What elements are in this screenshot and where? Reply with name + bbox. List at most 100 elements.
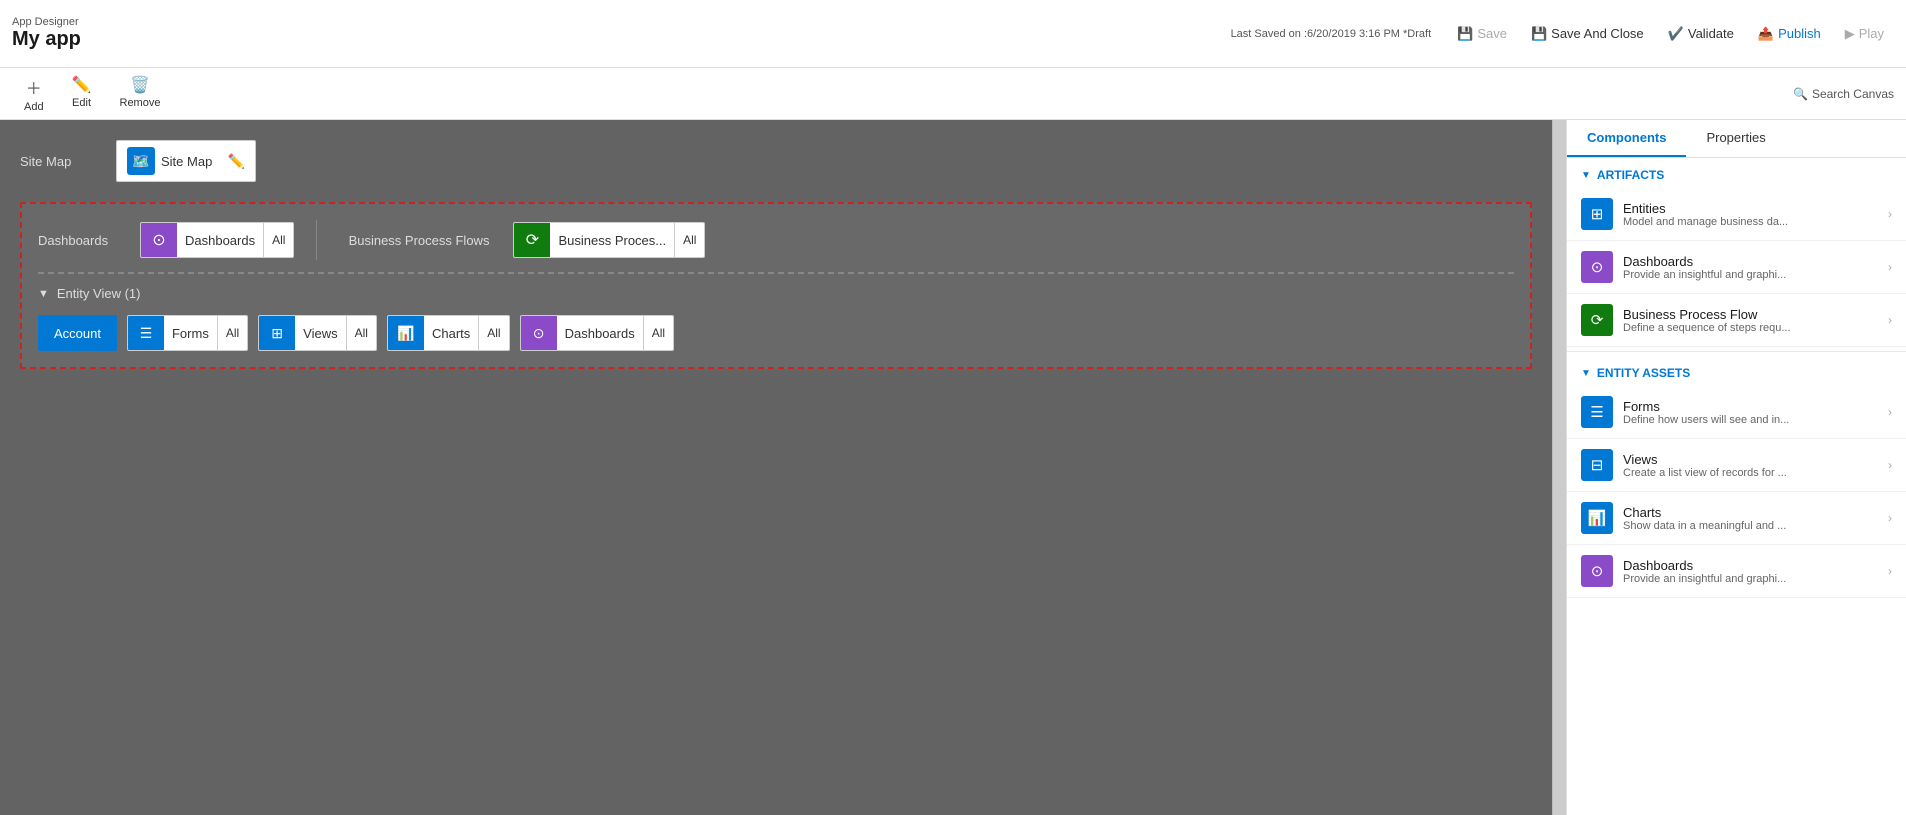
main-area: Site Map 🗺️ Site Map ✏️ Dashboards ⊙ Das… [0, 120, 1906, 815]
panel-item-entity-dashboards[interactable]: ⊙ Dashboards Provide an insightful and g… [1567, 545, 1906, 598]
dashboards-panel-icon: ⊙ [1581, 251, 1613, 283]
entities-panel-text: Entities Model and manage business da... [1623, 201, 1878, 228]
entity-dashboards-panel-desc: Provide an insightful and graphi... [1623, 573, 1878, 585]
panel-item-entities[interactable]: ⊞ Entities Model and manage business da.… [1567, 188, 1906, 241]
entity-dashboards-icon: ⊙ [521, 315, 557, 351]
entity-dashboards-panel-text: Dashboards Provide an insightful and gra… [1623, 558, 1878, 585]
views-comp-label: Views [295, 326, 345, 341]
panel-item-forms[interactable]: ☰ Forms Define how users will see and in… [1567, 386, 1906, 439]
account-button[interactable]: Account [38, 315, 117, 351]
app-designer-label: App Designer [12, 16, 81, 28]
forms-all-button[interactable]: All [217, 316, 247, 350]
remove-button[interactable]: 🗑️ Remove [108, 71, 173, 117]
entity-dashboards-comp-label: Dashboards [557, 326, 643, 341]
panel-tabs: Components Properties [1567, 120, 1906, 158]
toolbar: ＋ Add ✏️ Edit 🗑️ Remove 🔍 Search Canvas [0, 68, 1906, 120]
forms-panel-desc: Define how users will see and in... [1623, 414, 1878, 426]
app-info: App Designer My app [12, 16, 81, 51]
views-panel-title: Views [1623, 452, 1878, 467]
charts-comp-label: Charts [424, 326, 478, 341]
forms-panel-title: Forms [1623, 399, 1878, 414]
charts-panel-text: Charts Show data in a meaningful and ... [1623, 505, 1878, 532]
charts-panel-icon: 📊 [1581, 502, 1613, 534]
publish-button[interactable]: 📤 Publish [1748, 21, 1831, 47]
save-and-close-button[interactable]: 💾 Save And Close [1521, 21, 1654, 47]
bpf-comp-box: ⟳ Business Proces... All [513, 222, 705, 258]
canvas: Site Map 🗺️ Site Map ✏️ Dashboards ⊙ Das… [0, 120, 1552, 815]
panel-item-bpf[interactable]: ⟳ Business Process Flow Define a sequenc… [1567, 294, 1906, 347]
save-close-icon: 💾 [1531, 26, 1547, 42]
validate-button[interactable]: ✔️ Validate [1658, 21, 1744, 47]
panel-item-views[interactable]: ⊟ Views Create a list view of records fo… [1567, 439, 1906, 492]
forms-panel-text: Forms Define how users will see and in..… [1623, 399, 1878, 426]
artifacts-section-header: ▼ ARTIFACTS [1567, 158, 1906, 188]
entities-title: Entities [1623, 201, 1878, 216]
dashed-section: Dashboards ⊙ Dashboards All Business Pro… [20, 202, 1532, 369]
bpf-panel-icon: ⟳ [1581, 304, 1613, 336]
bpf-panel-chevron: › [1888, 313, 1892, 327]
artifacts-chevron[interactable]: ▼ [1581, 170, 1591, 181]
validate-icon: ✔️ [1668, 26, 1684, 42]
add-button[interactable]: ＋ Add [12, 71, 56, 117]
dashboards-artifacts-desc: Provide an insightful and graphi... [1623, 269, 1878, 281]
canvas-scrollbar[interactable] [1552, 120, 1566, 815]
views-panel-desc: Create a list view of records for ... [1623, 467, 1878, 479]
site-map-edit-icon[interactable]: ✏️ [228, 153, 245, 170]
forms-panel-chevron: › [1888, 405, 1892, 419]
dashboards-comp-label: Dashboards [177, 233, 263, 248]
site-map-box[interactable]: 🗺️ Site Map ✏️ [116, 140, 256, 182]
site-map-text: Site Map [161, 154, 222, 169]
views-comp-box: ⊞ Views All [258, 315, 377, 351]
artifacts-title: ARTIFACTS [1597, 168, 1664, 182]
charts-all-button[interactable]: All [478, 316, 508, 350]
forms-panel-icon: ☰ [1581, 396, 1613, 428]
tab-components[interactable]: Components [1567, 120, 1686, 157]
forms-comp-label: Forms [164, 326, 217, 341]
panel-content: ▼ ARTIFACTS ⊞ Entities Model and manage … [1567, 158, 1906, 815]
entity-view-chevron[interactable]: ▼ [38, 288, 49, 300]
entities-desc: Model and manage business da... [1623, 216, 1878, 228]
views-panel-icon: ⊟ [1581, 449, 1613, 481]
bpf-all-button[interactable]: All [674, 223, 704, 257]
section-divider [1567, 351, 1906, 352]
header-actions: Last Saved on :6/20/2019 3:16 PM *Draft … [1231, 21, 1894, 47]
dashboards-row-label: Dashboards [38, 233, 128, 248]
charts-panel-chevron: › [1888, 511, 1892, 525]
views-all-button[interactable]: All [346, 316, 376, 350]
last-saved-label: Last Saved on :6/20/2019 3:16 PM *Draft [1231, 28, 1432, 40]
site-map-label: Site Map [20, 154, 100, 169]
play-button[interactable]: ▶ Play [1835, 21, 1894, 47]
entities-panel-icon: ⊞ [1581, 198, 1613, 230]
bpf-panel-desc: Define a sequence of steps requ... [1623, 322, 1878, 334]
entity-assets-chevron[interactable]: ▼ [1581, 368, 1591, 379]
entity-assets-section-header: ▼ ENTITY ASSETS [1567, 356, 1906, 386]
top-header: App Designer My app Last Saved on :6/20/… [0, 0, 1906, 68]
dashboards-icon: ⊙ [141, 222, 177, 258]
charts-icon: 📊 [388, 315, 424, 351]
entity-dashboards-comp-box: ⊙ Dashboards All [520, 315, 674, 351]
entity-dashboards-panel-chevron: › [1888, 564, 1892, 578]
entity-dashboards-panel-title: Dashboards [1623, 558, 1878, 573]
panel-item-charts[interactable]: 📊 Charts Show data in a meaningful and .… [1567, 492, 1906, 545]
right-panel: Components Properties ▼ ARTIFACTS ⊞ Enti… [1566, 120, 1906, 815]
bpf-icon: ⟳ [514, 222, 550, 258]
save-button[interactable]: 💾 Save [1447, 21, 1517, 47]
charts-comp-box: 📊 Charts All [387, 315, 510, 351]
toolbar-left: ＋ Add ✏️ Edit 🗑️ Remove [12, 71, 172, 117]
remove-icon: 🗑️ [130, 75, 150, 95]
publish-icon: 📤 [1758, 26, 1774, 42]
site-map-row: Site Map 🗺️ Site Map ✏️ [20, 140, 1532, 182]
panel-item-dashboards[interactable]: ⊙ Dashboards Provide an insightful and g… [1567, 241, 1906, 294]
tab-properties[interactable]: Properties [1686, 120, 1785, 157]
save-icon: 💾 [1457, 26, 1473, 42]
entity-assets-title: ENTITY ASSETS [1597, 366, 1690, 380]
charts-panel-title: Charts [1623, 505, 1878, 520]
search-icon: 🔍 [1793, 87, 1808, 101]
edit-button[interactable]: ✏️ Edit [60, 71, 104, 117]
entity-dashboards-all-button[interactable]: All [643, 316, 673, 350]
dashboards-all-button[interactable]: All [263, 223, 293, 257]
views-panel-text: Views Create a list view of records for … [1623, 452, 1878, 479]
search-canvas-area[interactable]: 🔍 Search Canvas [1793, 87, 1894, 101]
entity-view-header: ▼ Entity View (1) [38, 286, 1514, 301]
dashboards-comp-box: ⊙ Dashboards All [140, 222, 294, 258]
